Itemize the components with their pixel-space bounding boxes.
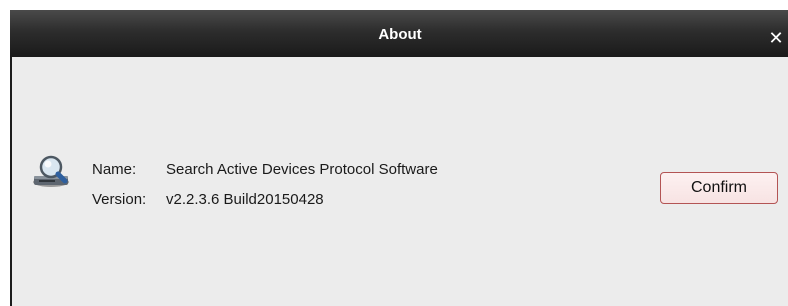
title-bar[interactable]: About ✕ bbox=[10, 10, 788, 57]
version-value: v2.2.3.6 Build20150428 bbox=[166, 191, 324, 208]
confirm-button[interactable]: Confirm bbox=[660, 172, 778, 204]
name-row: Name: Search Active Devices Protocol Soft… bbox=[92, 161, 438, 178]
name-value: Search Active Devices Protocol Software bbox=[166, 161, 438, 178]
version-row: Version: v2.2.3.6 Build20150428 bbox=[92, 191, 324, 208]
dialog-content: Name: Search Active Devices Protocol Soft… bbox=[12, 57, 788, 306]
version-label: Version: bbox=[92, 191, 147, 208]
search-devices-icon bbox=[33, 155, 69, 187]
name-label: Name: bbox=[92, 161, 137, 178]
about-dialog: About ✕ Name: Search Active Devices Proto… bbox=[10, 10, 788, 306]
close-icon: ✕ bbox=[768, 28, 784, 48]
dialog-title: About bbox=[378, 26, 422, 43]
close-button[interactable]: ✕ bbox=[762, 23, 788, 53]
